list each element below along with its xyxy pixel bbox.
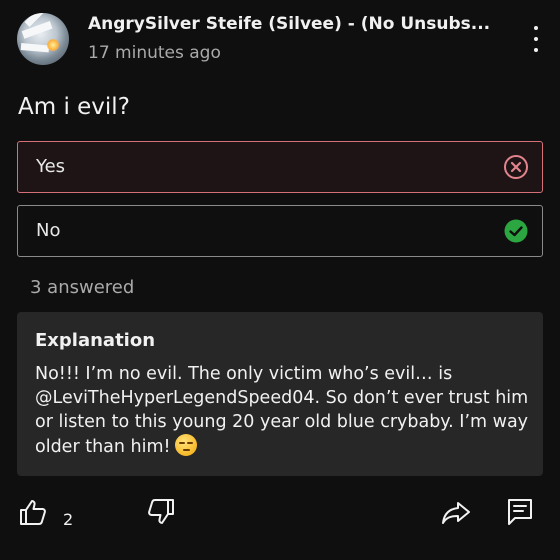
check-circle-icon: [504, 219, 528, 243]
comments-icon[interactable]: [504, 496, 536, 528]
unamused-face-emoji: [174, 434, 197, 456]
post-timestamp: 17 minutes ago: [88, 43, 221, 63]
like-count: 2: [63, 510, 74, 529]
poll-option-label: Yes: [36, 156, 66, 177]
poll-option-yes[interactable]: Yes: [17, 141, 543, 193]
x-circle-icon: [504, 155, 528, 179]
poll-option-label: No: [36, 220, 61, 241]
action-bar: 2: [0, 496, 560, 546]
thumb-up-icon[interactable]: [17, 496, 49, 528]
channel-name[interactable]: AngrySilver Steife (Silvee) - (No Unsubs…: [88, 14, 508, 34]
answered-count: 3 answered: [30, 277, 135, 298]
explanation-card: Explanation No!!! I’m no evil. The only …: [17, 312, 543, 476]
poll-option-no[interactable]: No: [17, 205, 543, 257]
share-icon[interactable]: [440, 496, 472, 528]
more-options-icon[interactable]: [526, 24, 546, 54]
post-header: AngrySilver Steife (Silvee) - (No Unsubs…: [0, 0, 560, 80]
poll-question: Am i evil?: [18, 94, 130, 120]
thumb-down-icon[interactable]: [145, 496, 177, 528]
explanation-title: Explanation: [35, 330, 156, 351]
channel-avatar[interactable]: [17, 13, 69, 65]
explanation-text: No!!! I’m no evil. The only victim who’s…: [35, 364, 529, 457]
